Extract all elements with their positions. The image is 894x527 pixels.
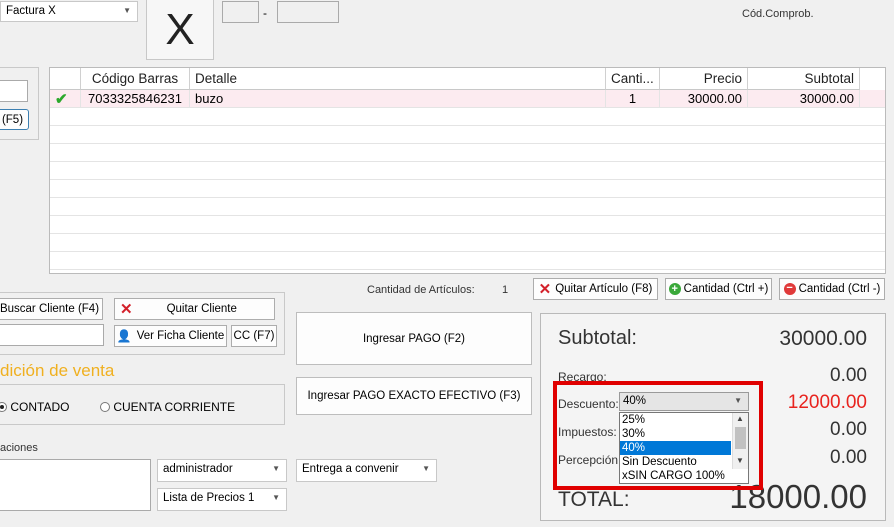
close-icon: ✕: [538, 281, 552, 298]
row-check-cell: ✔: [50, 90, 81, 108]
chevron-down-icon: ▼: [272, 493, 280, 502]
cuenta-corriente-radio[interactable]: CUENTA CORRIENTE: [100, 400, 235, 414]
client-name-input[interactable]: [0, 324, 104, 346]
close-icon: ✕: [120, 301, 133, 318]
empty-row: [50, 126, 885, 144]
subtotal-value: 30000.00: [779, 327, 867, 350]
cc-button[interactable]: CC (F7): [231, 325, 277, 347]
client-code-input[interactable]: [0, 80, 28, 102]
items-grid[interactable]: Código Barras Detalle Canti... Precio Su…: [49, 67, 886, 274]
chevron-down-icon: ▼: [123, 6, 131, 15]
empty-row: [50, 252, 885, 270]
condicion-venta-label: dición de venta: [0, 361, 115, 380]
percepcion-value: 0.00: [830, 447, 867, 468]
doc-letter: X: [165, 4, 195, 54]
chevron-down-icon: ▼: [422, 464, 430, 473]
impuestos-value: 0.00: [830, 419, 867, 440]
observaciones-textarea[interactable]: [0, 459, 151, 511]
doc-type-select[interactable]: Factura X ▼: [0, 1, 138, 22]
minus-circle-icon: −: [783, 283, 796, 295]
radio-unchecked-icon: [100, 402, 110, 412]
punto-venta-input[interactable]: [222, 1, 259, 23]
recargo-value: 0.00: [830, 365, 867, 386]
subtotal-label: Subtotal:: [558, 327, 637, 349]
usuario-select[interactable]: administrador ▼: [157, 459, 287, 482]
empty-row: [50, 162, 885, 180]
empty-row: [50, 216, 885, 234]
highlight-box: [553, 381, 763, 490]
ingresar-pago-button[interactable]: Ingresar PAGO (F2): [296, 312, 532, 365]
numero-comprobante-input[interactable]: [277, 1, 339, 23]
empty-row: [50, 234, 885, 252]
cod-comprob-label: Cód.Comprob.: [742, 8, 814, 20]
grid-header-detalle[interactable]: Detalle: [190, 68, 606, 90]
doc-type-value: Factura X: [6, 5, 56, 17]
buscar-cliente-button[interactable]: Buscar Cliente (F4): [0, 298, 103, 320]
f5-button[interactable]: (F5): [0, 109, 29, 130]
grid-header-select: [50, 68, 81, 90]
descuento-value: 12000.00: [787, 392, 867, 413]
cantidad-plus-button[interactable]: + Cantidad (Ctrl +): [665, 278, 772, 300]
doc-separator: -: [263, 6, 267, 20]
grid-header-codigo[interactable]: Código Barras: [81, 68, 190, 90]
cantidad-articulos-value: 1: [502, 284, 509, 296]
f5-button-label: (F5): [1, 113, 24, 126]
grid-header-subtotal[interactable]: Subtotal: [748, 68, 860, 90]
lista-precios-select[interactable]: Lista de Precios 1 ▼: [157, 488, 287, 511]
cell-precio: 30000.00: [660, 90, 748, 108]
user-icon: 👤: [116, 329, 132, 343]
grid-header-cantidad[interactable]: Canti...: [606, 68, 660, 90]
observaciones-label: aciones: [0, 442, 38, 454]
empty-row: [50, 198, 885, 216]
quitar-articulo-button[interactable]: ✕ Quitar Artículo (F8): [533, 278, 658, 300]
empty-row: [50, 108, 885, 126]
total-label: TOTAL:: [558, 488, 630, 511]
cell-detalle: buzo: [190, 90, 606, 108]
quitar-cliente-button[interactable]: ✕ Quitar Cliente: [114, 298, 275, 320]
ingresar-pago-exacto-button[interactable]: Ingresar PAGO EXACTO EFECTIVO (F3): [296, 377, 532, 415]
contado-radio[interactable]: CONTADO: [0, 400, 69, 414]
chevron-down-icon: ▼: [272, 464, 280, 473]
ver-ficha-cliente-button[interactable]: 👤 Ver Ficha Cliente: [114, 325, 227, 347]
cell-cantidad: 1: [606, 90, 660, 108]
empty-row: [50, 144, 885, 162]
plus-circle-icon: +: [668, 283, 681, 295]
doc-letter-box: X: [146, 0, 214, 60]
cantidad-articulos-label: Cantidad de Artículos:: [367, 284, 475, 296]
cantidad-minus-button[interactable]: − Cantidad (Ctrl -): [779, 278, 885, 300]
entrega-select[interactable]: Entrega a convenir ▼: [296, 459, 437, 482]
table-row[interactable]: ✔ 7033325846231 buzo 1 30000.00 30000.00: [50, 90, 885, 108]
cell-subtotal: 30000.00: [748, 90, 860, 108]
cell-codigo: 7033325846231: [81, 90, 190, 108]
empty-row: [50, 180, 885, 198]
grid-header-precio[interactable]: Precio: [660, 68, 748, 90]
radio-checked-icon: [0, 402, 7, 412]
check-icon: ✔: [55, 91, 68, 108]
